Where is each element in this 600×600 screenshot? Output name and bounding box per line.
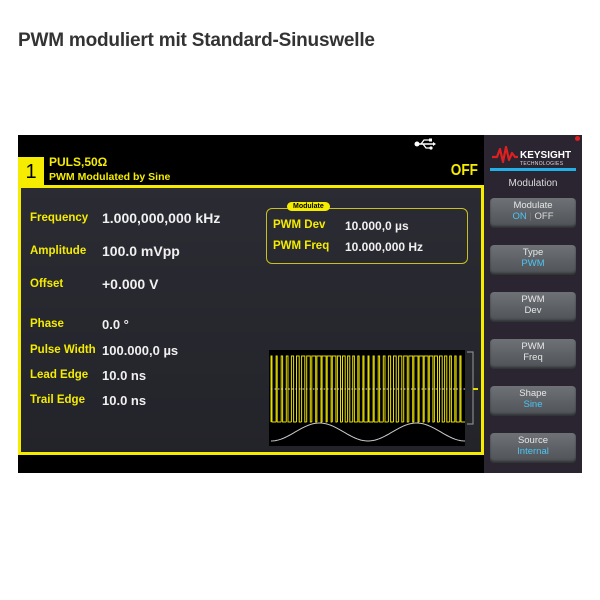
amplitude-bracket [467,351,474,425]
type-value: PWM [521,258,545,269]
pwm-freq-value[interactable]: 10.000,000 Hz [345,240,423,254]
page-title: PWM moduliert mit Standard-Sinuswelle [18,30,375,51]
phase-value[interactable]: 0.0 ° [102,317,129,332]
parameter-panel: Frequency 1.000,000,000 kHz Amplitude 10… [18,185,484,455]
lead-edge-label: Lead Edge [30,369,89,381]
lead-edge-value[interactable]: 10.0 ns [102,368,146,383]
modulate-label: Modulate [513,200,553,211]
trail-edge-value[interactable]: 10.0 ns [102,393,146,408]
modulate-box: Modulate PWM Dev 10.000,0 µs PWM Freq 10… [266,202,468,264]
menu-title: Modulation [508,178,558,189]
modulate-tag: Modulate [287,202,330,211]
modulate-on: ON [512,211,527,222]
divider [490,168,576,171]
instrument-screen: 1 PULS,50Ω PWM Modulated by Sine OFF Fre… [18,135,582,473]
channel-waveform: PULS,50Ω [49,155,108,169]
shape-softkey[interactable]: Shape Sine [490,386,576,416]
channel-header[interactable]: 1 PULS,50Ω PWM Modulated by Sine OFF [18,155,484,187]
source-softkey[interactable]: Source Internal [490,433,576,463]
source-label: Source [517,435,549,446]
modulate-off: OFF [534,211,554,222]
modulate-separator: | [529,211,532,222]
pwm-freq-label: PWM Freq [273,240,330,252]
waveform-preview [269,350,478,446]
channel-number: 1 [18,157,44,187]
frequency-label: Frequency [30,212,89,224]
waveform-background [269,350,465,446]
pwm-freq-softkey[interactable]: PWM Freq [490,339,576,369]
usb-icon [414,138,436,150]
keysight-logo: KEYSIGHT TECHNOLOGIES [492,143,578,167]
frequency-value[interactable]: 1.000,000,000 kHz [102,210,220,226]
pwm-dev-key-sub: Dev [524,305,542,316]
modulate-softkey[interactable]: Modulate ON | OFF [490,198,576,228]
amplitude-label: Amplitude [30,245,87,257]
amplitude-value[interactable]: 100.0 mVpp [102,243,180,259]
pulse-width-label: Pulse Width [30,344,96,356]
channel-modulation: PWM Modulated by Sine [49,171,171,183]
output-state: OFF [450,162,478,179]
type-label: Type [522,247,544,258]
pwm-freq-key-label: PWM [521,341,545,352]
brand-sub: TECHNOLOGIES [520,161,564,167]
pwm-dev-value[interactable]: 10.000,0 µs [345,219,409,233]
phase-label: Phase [30,318,64,330]
shape-label: Shape [519,388,547,399]
brand-name: KEYSIGHT [520,150,572,161]
pwm-dev-softkey[interactable]: PWM Dev [490,292,576,322]
pulse-width-value[interactable]: 100.000,0 µs [102,343,178,358]
pwm-freq-key-sub: Freq [523,352,543,363]
offset-label: Offset [30,278,64,290]
type-softkey[interactable]: Type PWM [490,245,576,275]
softkey-sidebar: KEYSIGHT TECHNOLOGIES Modulation Modulat… [484,135,582,473]
shape-value: Sine [523,399,543,410]
trail-edge-label: Trail Edge [30,394,85,406]
pwm-dev-label: PWM Dev [273,219,326,231]
keysight-wave-icon [492,145,518,164]
offset-value[interactable]: +0.000 V [102,276,158,292]
status-led [575,136,580,141]
source-value: Internal [517,446,549,457]
status-bar [18,135,484,156]
pwm-dev-key-label: PWM [521,294,545,305]
